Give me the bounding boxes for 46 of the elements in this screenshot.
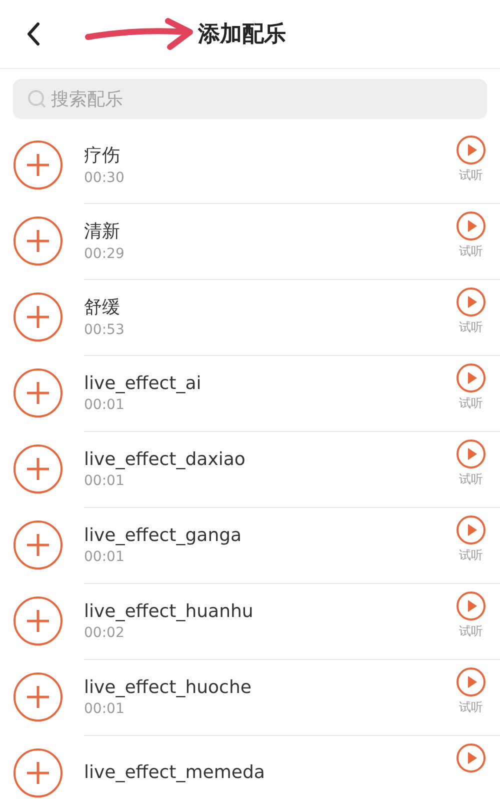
play-icon[interactable] xyxy=(456,591,486,621)
add-icon[interactable] xyxy=(13,444,63,494)
search-field[interactable]: 搜索配乐 xyxy=(13,79,487,119)
preview-label[interactable]: 试听 xyxy=(459,319,483,336)
track-name: live_effect_ganga xyxy=(84,524,242,546)
add-icon[interactable] xyxy=(13,520,63,570)
track-name: live_effect_huoche xyxy=(84,676,252,698)
play-icon[interactable] xyxy=(456,211,486,241)
track-duration: 00:29 xyxy=(84,246,124,262)
add-icon[interactable] xyxy=(13,216,63,266)
track-name: live_effect_daxiao xyxy=(84,448,246,470)
add-icon[interactable] xyxy=(13,140,63,190)
add-icon[interactable] xyxy=(13,368,63,418)
preview-label[interactable]: 试听 xyxy=(459,395,483,412)
page-title: 添加配乐 xyxy=(198,21,286,49)
track-duration: 00:53 xyxy=(84,322,124,338)
play-icon[interactable] xyxy=(456,287,486,317)
play-icon[interactable] xyxy=(456,363,486,393)
track-duration: 00:30 xyxy=(84,170,124,186)
track-name: live_effect_memeda xyxy=(84,762,265,783)
play-icon[interactable] xyxy=(456,439,486,469)
track-name: live_effect_ai xyxy=(84,372,202,394)
add-icon[interactable] xyxy=(13,596,63,646)
track-name: live_effect_huanhu xyxy=(84,600,254,622)
play-icon[interactable] xyxy=(456,743,486,773)
track-duration: 00:01 xyxy=(84,396,124,412)
play-icon[interactable] xyxy=(456,667,486,697)
preview-label[interactable]: 试听 xyxy=(459,623,483,640)
preview-label[interactable]: 试听 xyxy=(459,547,483,564)
add-icon[interactable] xyxy=(13,292,63,342)
preview-label[interactable]: 试听 xyxy=(459,167,483,184)
preview-label[interactable]: 试听 xyxy=(459,699,483,716)
preview-label[interactable]: 试听 xyxy=(459,243,483,260)
add-icon[interactable] xyxy=(13,672,63,722)
play-icon[interactable] xyxy=(456,135,486,165)
track-duration: 00:01 xyxy=(84,548,124,564)
preview-label[interactable]: 试听 xyxy=(459,471,483,488)
play-icon[interactable] xyxy=(456,515,486,545)
add-icon[interactable] xyxy=(13,748,63,798)
track-duration: 00:01 xyxy=(84,472,124,488)
track-duration: 00:02 xyxy=(84,624,124,640)
track-duration: 00:01 xyxy=(84,700,124,716)
track-name: 疗伤 xyxy=(84,144,120,167)
track-name: 清新 xyxy=(84,220,120,243)
track-name: 舒缓 xyxy=(84,296,120,319)
back-icon[interactable] xyxy=(26,22,40,46)
